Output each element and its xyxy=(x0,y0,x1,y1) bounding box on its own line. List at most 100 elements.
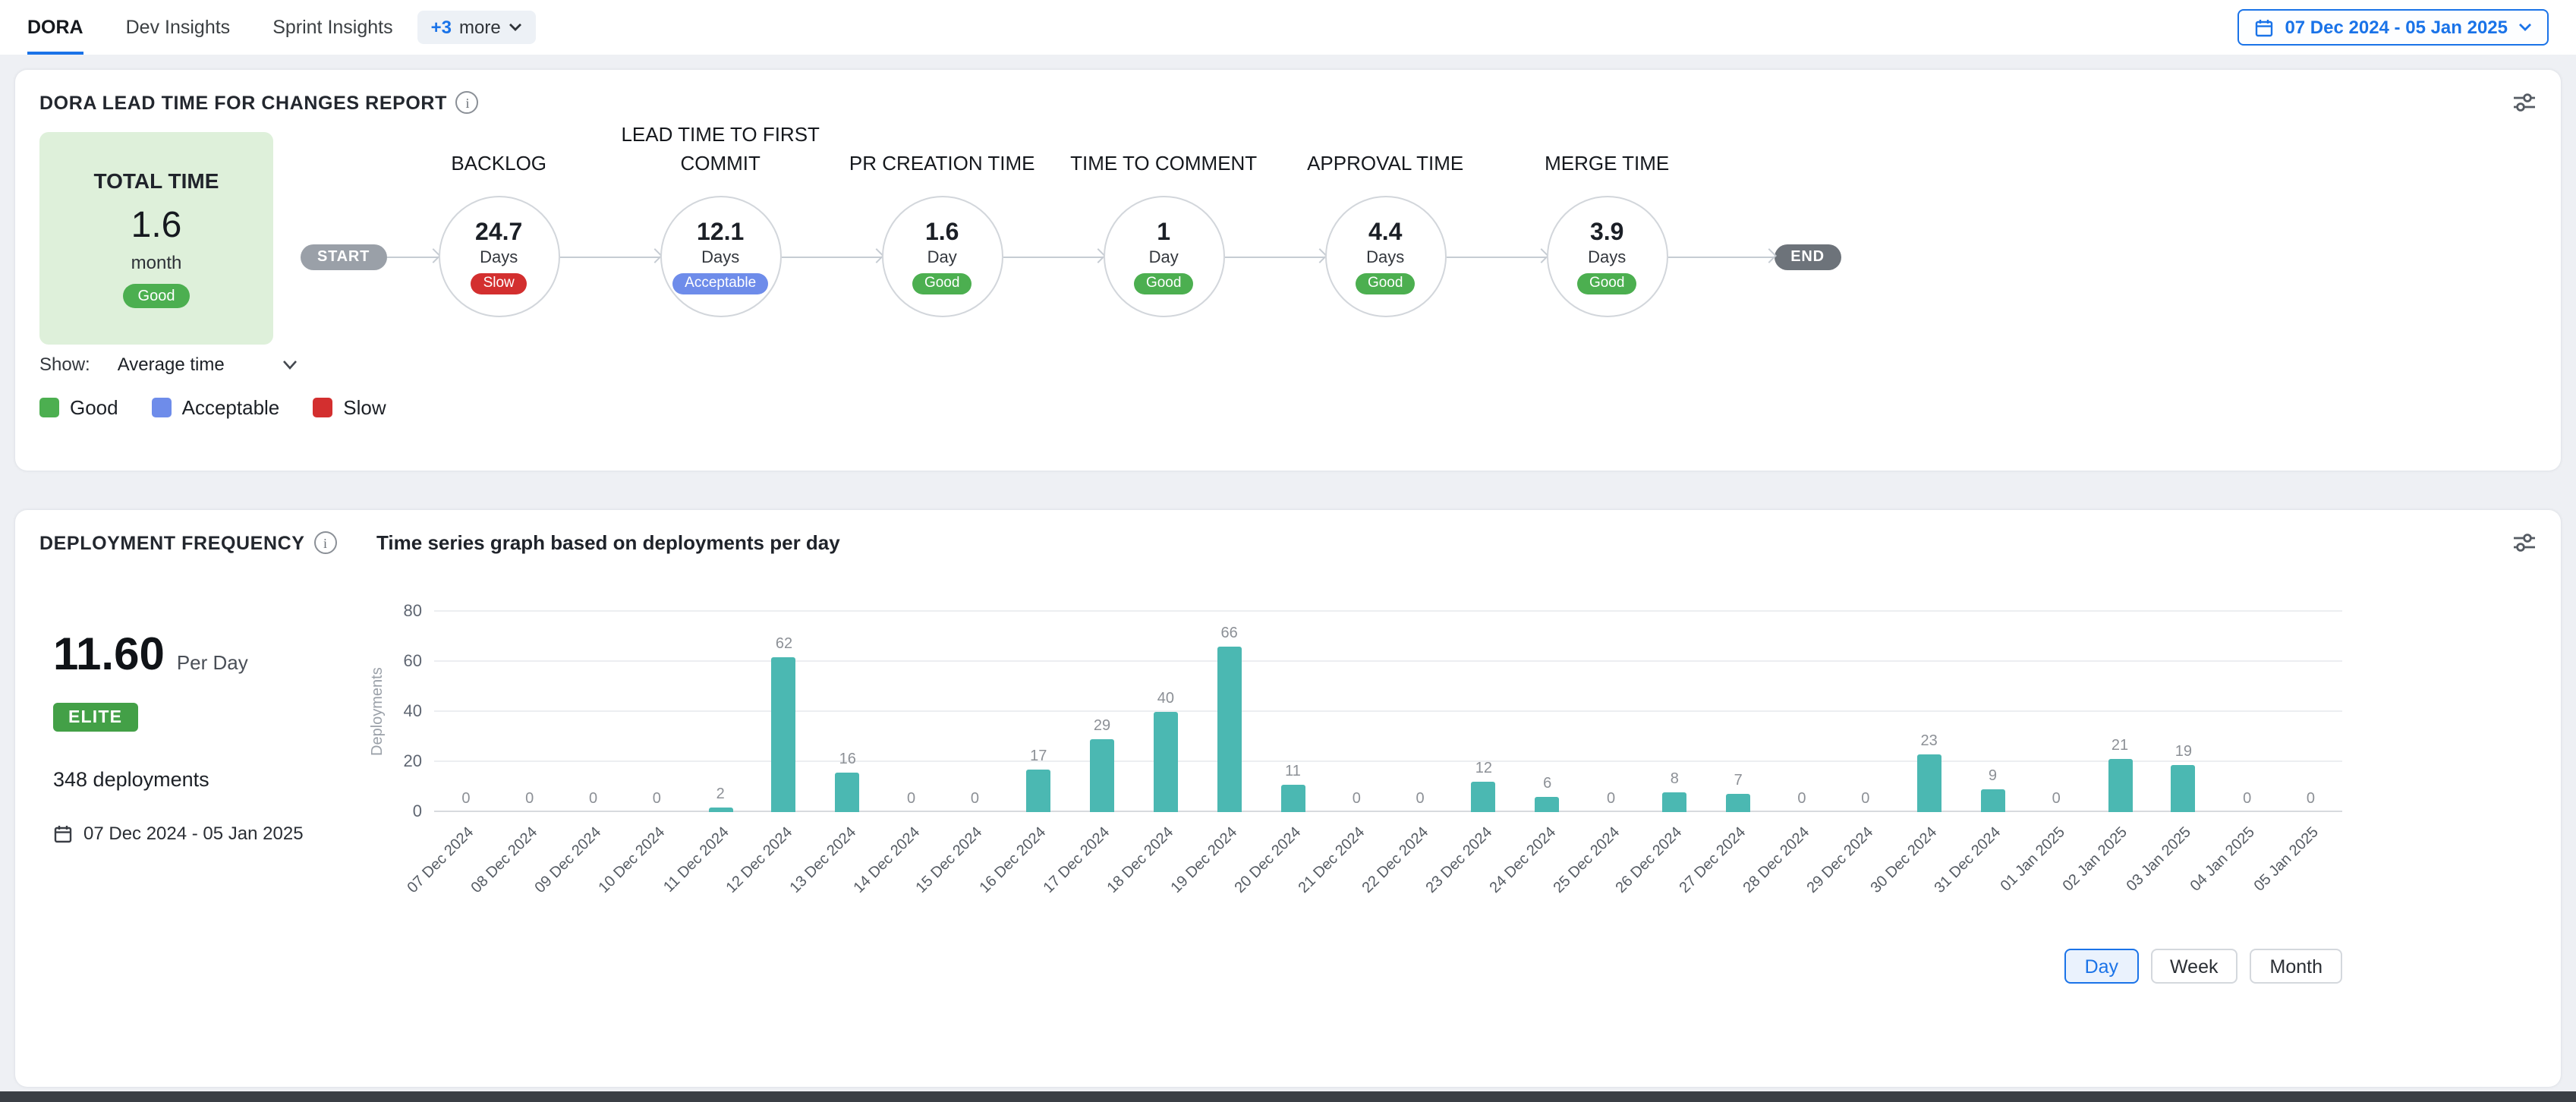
more-tabs-button[interactable]: +3 more xyxy=(417,11,536,44)
status-badge: Good xyxy=(1577,272,1637,294)
bar[interactable] xyxy=(1662,792,1686,812)
stage-circle: 4.4DaysGood xyxy=(1324,196,1446,317)
bar-slot: 0 xyxy=(1324,612,1388,812)
bar-slot: 0 xyxy=(1388,612,1452,812)
date-range-picker[interactable]: 07 Dec 2024 - 05 Jan 2025 xyxy=(2237,9,2549,46)
bar[interactable] xyxy=(2171,764,2196,812)
bar[interactable] xyxy=(1917,754,1941,812)
deployment-total: 348 deployments xyxy=(53,768,367,791)
plot: 0000262160017294066110012608700239021190… xyxy=(434,612,2342,812)
tab-dora[interactable]: DORA xyxy=(27,0,83,55)
bar[interactable] xyxy=(1726,795,1750,812)
stage-unit: Day xyxy=(1149,248,1179,266)
bar[interactable] xyxy=(708,807,732,812)
show-value: Average time xyxy=(118,354,225,375)
x-tick: 05 Jan 2025 xyxy=(2279,812,2343,934)
chevron-down-icon xyxy=(2518,23,2532,32)
bar-slot: 0 xyxy=(562,612,625,812)
legend: GoodAcceptableSlow xyxy=(39,396,2537,419)
legend-label: Slow xyxy=(343,396,386,419)
top-nav-bar: DORADev InsightsSprint Insights +3 more … xyxy=(0,0,2576,55)
info-icon[interactable] xyxy=(314,531,337,554)
stage-approval-time: APPROVAL TIME4.4DaysGood xyxy=(1324,196,1446,317)
flow-arrow-icon xyxy=(1446,256,1546,257)
legend-swatch xyxy=(152,398,172,417)
legend-label: Acceptable xyxy=(182,396,280,419)
deployment-settings-button[interactable] xyxy=(2512,531,2537,554)
bar-slot: 0 xyxy=(434,612,498,812)
bar[interactable] xyxy=(1154,712,1178,812)
stage-value: 4.4 xyxy=(1368,219,1403,247)
bar-slot: 0 xyxy=(2024,612,2088,812)
toggle-month[interactable]: Month xyxy=(2250,949,2343,984)
more-tabs-label: more xyxy=(459,17,501,38)
bar[interactable] xyxy=(836,772,860,812)
tab-sprint-insights[interactable]: Sprint Insights xyxy=(272,0,392,55)
total-status-badge: Good xyxy=(123,284,191,308)
bar[interactable] xyxy=(1280,785,1305,812)
flow-arrow-icon xyxy=(1003,256,1103,257)
lead-time-settings-button[interactable] xyxy=(2512,91,2537,114)
bar[interactable] xyxy=(1026,770,1050,812)
status-badge: Good xyxy=(912,272,972,294)
lead-time-card: DORA LEAD TIME FOR CHANGES REPORT TOTAL … xyxy=(15,70,2561,471)
bar[interactable] xyxy=(1980,789,2004,812)
tab-dev-insights[interactable]: Dev Insights xyxy=(126,0,231,55)
chart-title: Time series graph based on deployments p… xyxy=(376,531,840,554)
bar-value-label: 0 xyxy=(2264,791,2358,808)
bar-slot: 9 xyxy=(1961,612,2025,812)
flow-arrow-icon xyxy=(1224,256,1324,257)
y-axis-title: Deployments xyxy=(367,612,389,812)
bar-slot: 0 xyxy=(2279,612,2343,812)
info-icon[interactable] xyxy=(456,91,479,114)
stage-value: 12.1 xyxy=(697,219,744,247)
bar[interactable] xyxy=(1472,782,1496,812)
stage-name: LEAD TIME TO FIRST COMMIT xyxy=(605,122,836,179)
bar[interactable] xyxy=(1090,739,1114,812)
bar[interactable] xyxy=(772,656,796,812)
show-dropdown[interactable]: Show: Average time xyxy=(39,354,298,375)
total-time-unit: month xyxy=(131,252,182,273)
bottom-edge xyxy=(0,1091,2576,1102)
sliders-icon xyxy=(2512,531,2537,554)
bar[interactable] xyxy=(1217,647,1242,812)
total-time-label: TOTAL TIME xyxy=(94,168,219,193)
legend-swatch xyxy=(39,398,59,417)
bar-slot: 0 xyxy=(943,612,1007,812)
tab-bar-tabs: DORA Dev Insights Sprint Insights xyxy=(27,0,393,55)
status-badge: Good xyxy=(1134,272,1194,294)
show-label: Show: xyxy=(39,354,90,375)
stage-name: APPROVAL TIME xyxy=(1270,150,1501,179)
legend-item: Slow xyxy=(313,396,386,419)
bar-slot: 16 xyxy=(816,612,880,812)
stage-unit: Day xyxy=(927,248,957,266)
deployment-card-title: DEPLOYMENT FREQUENCY xyxy=(39,532,305,553)
y-tick-label: 20 xyxy=(404,753,423,771)
stage-value: 1 xyxy=(1157,219,1170,247)
y-tick-label: 40 xyxy=(404,703,423,721)
bars-row: 0000262160017294066110012608700239021190… xyxy=(434,612,2342,812)
toggle-day[interactable]: Day xyxy=(2065,949,2138,984)
flow-arrow-icon xyxy=(386,256,438,257)
stage-name: PR CREATION TIME xyxy=(827,150,1057,179)
page: DORADev InsightsSprint Insights +3 more … xyxy=(0,0,2576,1102)
stage-value: 3.9 xyxy=(1590,219,1624,247)
deployment-rate: 11.60 Per Day xyxy=(53,630,367,682)
date-range-label: 07 Dec 2024 - 05 Jan 2025 xyxy=(2285,17,2508,38)
start-pill: START xyxy=(301,244,386,269)
bar-slot: 0 xyxy=(625,612,688,812)
granularity-toggle: Day Week Month xyxy=(367,949,2342,984)
bar-slot: 0 xyxy=(1770,612,1834,812)
toggle-week[interactable]: Week xyxy=(2150,949,2237,984)
lead-time-card-header: DORA LEAD TIME FOR CHANGES REPORT xyxy=(39,91,2537,114)
stage-name: TIME TO COMMENT xyxy=(1048,150,1279,179)
plot-column: 0000262160017294066110012608700239021190… xyxy=(434,612,2342,934)
total-time-box: TOTAL TIME 1.6 month Good xyxy=(39,132,273,345)
bar[interactable] xyxy=(1535,797,1560,812)
status-badge: Slow xyxy=(471,272,527,294)
bar[interactable] xyxy=(2108,760,2132,812)
chevron-down-icon xyxy=(509,23,522,32)
sliders-icon xyxy=(2512,91,2537,114)
lead-time-flow: TOTAL TIME 1.6 month Good START BACKLOG2… xyxy=(39,132,2537,345)
deployment-body: 11.60 Per Day ELITE 348 deployments 07 D… xyxy=(39,554,2537,984)
